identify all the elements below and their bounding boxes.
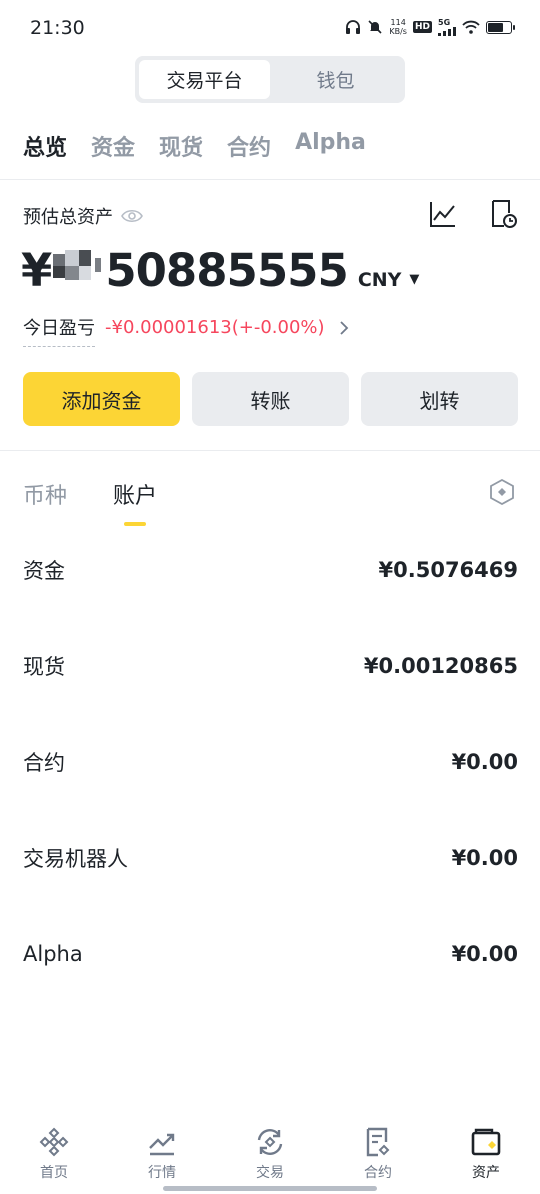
tab-spot[interactable]: 现货 xyxy=(159,130,203,162)
headphones-icon xyxy=(346,20,361,34)
hd-badge: HD xyxy=(412,21,432,33)
category-tabs: 总览 资金 现货 合约 Alpha xyxy=(23,130,366,162)
tab-coin[interactable]: 币种 xyxy=(23,478,67,510)
tab-overview[interactable]: 总览 xyxy=(23,130,67,162)
mute-bell-icon xyxy=(368,20,382,34)
nav-futures[interactable]: 合约 xyxy=(324,1126,432,1194)
account-list: 资金 ¥0.5076469 现货 ¥0.00120865 合约 ¥0.00 交易… xyxy=(23,522,518,1002)
estimated-assets-label: 预估总资产 xyxy=(23,207,113,228)
net-speed: 114 KB/s xyxy=(389,18,407,36)
signal-bars-icon xyxy=(438,26,456,36)
line-chart-icon[interactable] xyxy=(428,199,458,229)
action-buttons: 添加资金 转账 划转 xyxy=(23,372,518,426)
account-name: Alpha xyxy=(23,942,83,966)
today-pnl-row[interactable]: 今日盈亏 -¥0.00001613(+-0.00%) xyxy=(23,314,349,347)
signal-label: 5G xyxy=(438,17,451,27)
list-item[interactable]: 资金 ¥0.5076469 xyxy=(23,522,518,618)
list-item[interactable]: 交易机器人 ¥0.00 xyxy=(23,810,518,906)
nav-assets[interactable]: 资产 xyxy=(432,1126,540,1194)
account-name: 交易机器人 xyxy=(23,847,128,871)
status-bar: 21:30 114 KB/s HD 5G xyxy=(0,0,540,58)
list-item[interactable]: 现货 ¥0.00120865 xyxy=(23,618,518,714)
status-icons: 114 KB/s HD 5G xyxy=(345,17,515,36)
tab-alpha[interactable]: Alpha xyxy=(295,130,366,162)
transfer-button[interactable]: 转账 xyxy=(192,372,349,426)
list-item[interactable]: Alpha ¥0.00 xyxy=(23,906,518,1002)
nav-home[interactable]: 首页 xyxy=(0,1126,108,1194)
account-value: ¥0.00120865 xyxy=(363,654,518,678)
account-value: ¥0.00 xyxy=(451,942,518,966)
balance-currency-sign: ¥ xyxy=(21,244,52,297)
bottom-nav: 首页 行情 交易 合约 资产 xyxy=(0,1126,540,1194)
net-speed-unit: KB/s xyxy=(389,27,407,36)
wallet-icon xyxy=(471,1128,501,1156)
privacy-mosaic xyxy=(53,250,102,280)
battery-icon xyxy=(486,20,515,34)
today-pnl-value: -¥0.00001613(+-0.00%) xyxy=(105,317,325,338)
document-clock-icon[interactable] xyxy=(490,199,518,229)
wifi-icon xyxy=(462,20,480,34)
nav-label: 交易 xyxy=(256,1165,284,1181)
eye-icon[interactable] xyxy=(121,208,143,224)
nav-market[interactable]: 行情 xyxy=(108,1126,216,1194)
divider xyxy=(0,179,540,180)
net-speed-value: 114 xyxy=(390,18,406,27)
divider xyxy=(0,450,540,451)
chevron-right-icon xyxy=(339,320,348,335)
nav-label: 合约 xyxy=(364,1165,392,1181)
home-indicator[interactable] xyxy=(163,1186,377,1191)
balance-unit[interactable]: CNY xyxy=(358,269,402,291)
list-item[interactable]: 合约 ¥0.00 xyxy=(23,714,518,810)
add-funds-button[interactable]: 添加资金 xyxy=(23,372,180,426)
futures-document-icon xyxy=(366,1127,390,1157)
segment-trading-platform[interactable]: 交易平台 xyxy=(139,60,270,99)
tab-account[interactable]: 账户 xyxy=(113,478,157,510)
nav-label: 资产 xyxy=(472,1165,500,1181)
account-value: ¥0.5076469 xyxy=(378,558,518,582)
account-name: 现货 xyxy=(23,655,65,679)
cellular-signal: 5G xyxy=(438,17,456,36)
status-time: 21:30 xyxy=(30,17,85,39)
account-name: 合约 xyxy=(23,751,65,775)
tab-futures[interactable]: 合约 xyxy=(227,130,271,162)
nav-label: 行情 xyxy=(148,1165,176,1181)
nav-label: 首页 xyxy=(40,1165,68,1181)
binance-logo-icon xyxy=(39,1127,69,1157)
hexagon-settings-icon[interactable] xyxy=(489,479,515,505)
internal-transfer-button[interactable]: 划转 xyxy=(361,372,518,426)
account-value: ¥0.00 xyxy=(451,846,518,870)
caret-down-icon[interactable]: ▼ xyxy=(409,272,419,287)
platform-wallet-switch: 交易平台 钱包 xyxy=(135,56,405,103)
tab-funding[interactable]: 资金 xyxy=(91,130,135,162)
segment-wallet[interactable]: 钱包 xyxy=(270,60,401,99)
trade-exchange-icon xyxy=(257,1129,283,1155)
total-balance: ¥ 50885555 CNY ▼ xyxy=(21,244,419,300)
nav-trade[interactable]: 交易 xyxy=(216,1126,324,1194)
market-trend-icon xyxy=(149,1133,175,1156)
estimated-assets-label-row: 预估总资产 xyxy=(23,203,143,229)
sub-tabs: 币种 账户 xyxy=(23,478,157,510)
account-value: ¥0.00 xyxy=(451,750,518,774)
balance-value: 50885555 xyxy=(105,244,348,297)
account-name: 资金 xyxy=(23,559,65,583)
today-pnl-label: 今日盈亏 xyxy=(23,314,95,347)
